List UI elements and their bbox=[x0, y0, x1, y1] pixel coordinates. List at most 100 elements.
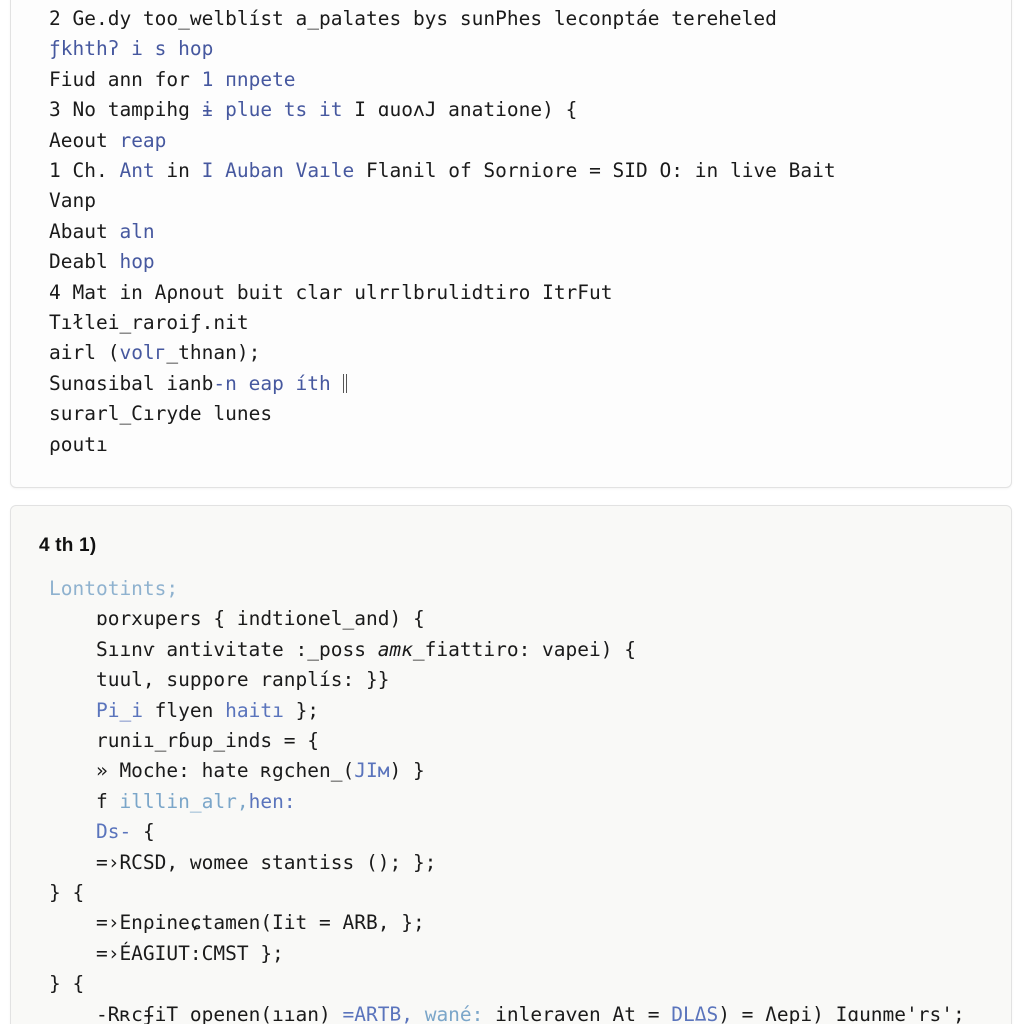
code-token: _thnan); bbox=[166, 341, 261, 365]
code-line: Vanp bbox=[49, 186, 1011, 216]
code-block-body-2: 4 th 1) Lontotints; ɒorxupers { indtione… bbox=[11, 506, 1011, 1024]
code-token: illlin_alr, bbox=[119, 789, 249, 813]
code-token: Sunɑsibal ianb bbox=[49, 371, 214, 395]
code-token: inleraᴠen At = bbox=[483, 1002, 672, 1024]
code-token: » Moche: hate ʀgchen_( bbox=[49, 759, 355, 783]
code-line: ɒorxupers { indtionel_and) { bbox=[49, 604, 1011, 634]
code-line: runiı_rɓup_inds = { bbox=[49, 726, 1011, 756]
code-line: tuul, suppore ranplı́s: }} bbox=[49, 665, 1011, 695]
code-line: Fiud ann for 1 пnpete bbox=[49, 65, 1011, 95]
code-line: ρoutı bbox=[49, 430, 1011, 460]
code-token: amĸ bbox=[377, 637, 413, 661]
code-token: Sıınѵ antivitate :_poss bbox=[49, 637, 378, 661]
code-token: } { bbox=[49, 881, 85, 905]
code-token: wané: bbox=[424, 1002, 484, 1024]
code-token: hop bbox=[119, 250, 155, 274]
code-line: ƒkhthʔ i s hop bbox=[49, 34, 1011, 64]
code-token: Flanil of Sorniore = SID O: in live Bait bbox=[354, 159, 836, 183]
code-token: DLΔS bbox=[671, 1002, 719, 1024]
code-token: volг bbox=[119, 341, 167, 365]
code-token: 4 Mat in Aρnout buit clar ulrгlbrulidtir… bbox=[49, 280, 613, 304]
code-line: =›ÉAGIUT:CMST }; bbox=[49, 939, 1011, 969]
code-token: reap bbox=[119, 128, 167, 152]
code-token: _fiattiro: vapei) { bbox=[412, 637, 636, 661]
code-token: Tıłlei_raroiƒ.nit bbox=[49, 311, 249, 335]
code-token: 3 No tampihg bbox=[49, 98, 202, 122]
code-token: I Auban Vaıle bbox=[201, 159, 355, 183]
code-token: =ARTΒ, bbox=[342, 1002, 413, 1024]
code-line: =›RCSD, womee stantiss (); }; bbox=[49, 848, 1011, 878]
code-token: aln bbox=[119, 219, 155, 243]
code-token: surarl_Cıryde lunes bbox=[49, 402, 273, 426]
code-lines-1[interactable]: 2 Ge.dy too_welblı́st a_palates bys sunP… bbox=[11, 0, 1011, 460]
code-token: Abaut bbox=[49, 219, 120, 243]
code-line: f illlin_alr,hen: bbox=[49, 787, 1011, 817]
code-token: -n eap ı́th bbox=[213, 371, 331, 395]
code-token: f bbox=[49, 789, 120, 813]
code-token: airl ( bbox=[49, 341, 120, 365]
code-token: hen: bbox=[248, 789, 296, 813]
code-line: -RʀcʄiT openen(ııan) =ARTΒ, wané: inler… bbox=[49, 1000, 1011, 1024]
code-token: Deabl bbox=[49, 250, 120, 274]
text-caret-icon bbox=[342, 373, 347, 393]
code-block-card-2: 4 th 1) Lontotints; ɒorxupers { indtione… bbox=[10, 505, 1012, 1024]
code-line: 2 Ge.dy too_welblı́st a_palates bys sunP… bbox=[49, 4, 1011, 34]
code-line: 4 Mat in Aρnout buit clar ulrгlbrulidtir… bbox=[49, 278, 1011, 308]
code-line: » Moche: hate ʀgchen_(JIм) } bbox=[49, 756, 1011, 786]
code-token: Fiud ann for bbox=[49, 67, 202, 91]
code-token: }; bbox=[283, 698, 320, 722]
code-line: Aeout reap bbox=[49, 126, 1011, 156]
code-token: ƒkhthʔ i s hop bbox=[49, 37, 214, 61]
code-token: Vanp bbox=[49, 189, 96, 213]
code-token: { bbox=[131, 820, 155, 844]
code-block-body-1: 2 Ge.dy too_welblı́st a_palates bys sunP… bbox=[11, 0, 1011, 460]
page-root: 2 Ge.dy too_welblı́st a_palates bys sunP… bbox=[0, 0, 1024, 1024]
code-token: ɒorxupers { indtionel_and) { bbox=[49, 607, 425, 631]
code-token: flyen bbox=[142, 698, 226, 722]
code-line: 3 No tampihg ɨ plue ts it I ɑuoʌJ anatio… bbox=[49, 95, 1011, 125]
code-token: ɨ plue ts it bbox=[201, 98, 343, 122]
code-token: 2 Ge.dy too_welblı́st a_palates bys sunP… bbox=[49, 7, 777, 30]
code-token: Ds- bbox=[95, 820, 132, 844]
code-token: } { bbox=[49, 972, 85, 996]
code-lines-2[interactable]: Lontotints; ɒorxupers { indtionel_and) {… bbox=[11, 564, 1011, 1024]
code-token: haitı bbox=[225, 698, 284, 722]
code-token: 1 Ch. bbox=[49, 159, 120, 183]
code-line: Tıłlei_raroiƒ.nit bbox=[49, 308, 1011, 338]
code-token: Ant bbox=[119, 159, 155, 183]
code-token: Pi_i bbox=[95, 698, 143, 722]
code-token: Aeout bbox=[49, 128, 120, 152]
code-line: surarl_Cıryde lunes bbox=[49, 399, 1011, 429]
code-token: JIм bbox=[354, 759, 390, 783]
code-line: 1 Ch. Ant in I Auban Vaıle Flanil of Sor… bbox=[49, 156, 1011, 186]
code-line: airl (volг_thnan); bbox=[49, 338, 1011, 368]
code-line: Sıınѵ antivitate :_poss amĸ_fiattiro: va… bbox=[49, 635, 1011, 665]
code-token: runiı_rɓup_inds = { bbox=[49, 729, 320, 753]
code-line: Lontotints; bbox=[49, 574, 1011, 604]
code-line: } { bbox=[49, 969, 1011, 999]
code-line: Sunɑsibal ianb-n eap ı́th bbox=[49, 369, 1011, 399]
code-line: Deabl hop bbox=[49, 247, 1011, 277]
code-token: ρoutı bbox=[49, 432, 108, 456]
code-token: 1 пnpete bbox=[201, 67, 296, 91]
code-line: Pi_i flyen haitı }; bbox=[49, 696, 1011, 726]
code-line: Abaut aln bbox=[49, 217, 1011, 247]
code-token: tuul, suppore ranplı́s: }} bbox=[49, 668, 390, 692]
code-block-card-1: 2 Ge.dy too_welblı́st a_palates bys sunP… bbox=[10, 0, 1012, 488]
code-token: =›RCSD, womee stantiss (); }; bbox=[49, 850, 437, 874]
code-token: ) = Ʌepi) Iɑunme'rs'; bbox=[718, 1002, 965, 1024]
code-block-heading-2: 4 th 1) bbox=[39, 535, 97, 556]
code-token: I ɑuoʌJ anatione) { bbox=[342, 98, 578, 122]
code-line: } { bbox=[49, 878, 1011, 908]
code-token: ) } bbox=[389, 759, 425, 783]
code-token: Lontotints; bbox=[49, 577, 179, 600]
code-token: =›Enρineɕtamen(Iit = ARB, }; bbox=[49, 911, 425, 935]
code-line: =›Enρineɕtamen(Iit = ARB, }; bbox=[49, 908, 1011, 938]
code-token: -RʀcʄiT openen(ııan) bbox=[49, 1002, 343, 1024]
code-token: =›ÉAGIUT:CMST }; bbox=[49, 941, 284, 965]
code-line: Ds- { bbox=[49, 817, 1011, 847]
